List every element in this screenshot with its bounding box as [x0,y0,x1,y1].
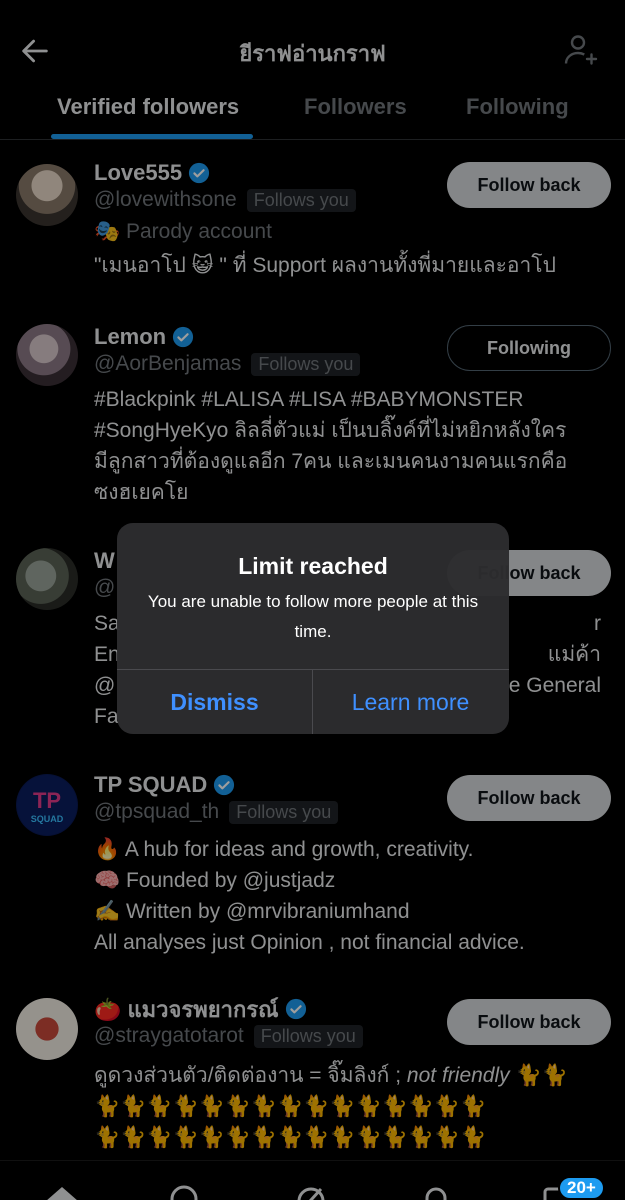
notification-badge: 20+ [558,1176,605,1200]
alert-dialog: Limit reached You are unable to follow m… [117,523,509,734]
dismiss-button[interactable]: Dismiss [117,670,312,734]
dialog-title: Limit reached [238,553,388,579]
dialog-message: You are unable to follow more people at … [147,592,479,641]
learn-more-button[interactable]: Learn more [313,670,508,734]
